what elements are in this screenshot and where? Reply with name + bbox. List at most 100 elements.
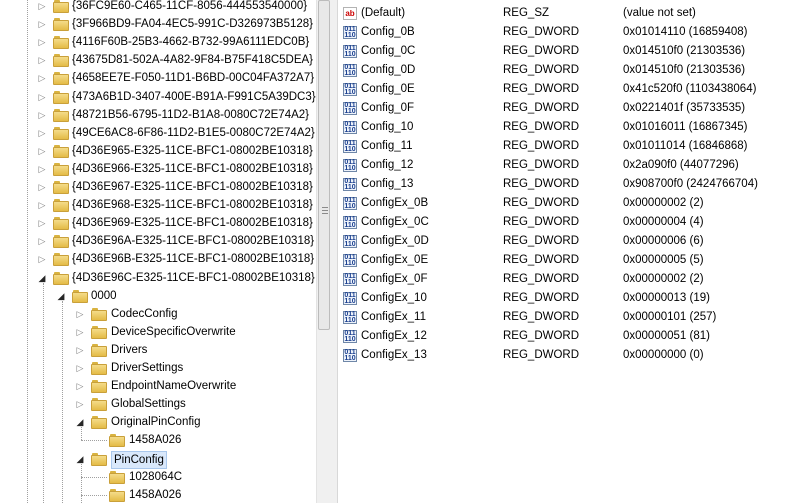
value-row[interactable]: 011 110 Config_0C REG_DWORD 0x014510f0 (213…	[338, 42, 807, 61]
value-row[interactable]: 011 110 ConfigEx_0B REG_DWORD 0x00000002 (2…	[338, 194, 807, 213]
tree-item-guid-key[interactable]: ▷ {4116F60B-25B3-4662-B732-99A6111EDC0B}	[0, 33, 316, 51]
tree-item-guid-key[interactable]: ◢ {4D36E96C-E325-11CE-BFC1-08002BE10318}	[0, 269, 316, 287]
tree-item-pinconfig-child[interactable]: 1458A026	[0, 486, 316, 503]
tree-item-label: 1028064C	[129, 470, 183, 483]
collapsed-arrow-icon[interactable]: ▷	[37, 51, 47, 69]
expanded-arrow-icon[interactable]: ◢	[75, 413, 85, 431]
dword-value-icon: 011 110	[343, 45, 357, 58]
registry-values-list[interactable]: ab (Default) REG_SZ (value not set) 011 110 C…	[338, 0, 807, 503]
tree-item-0000[interactable]: ◢ 0000	[0, 287, 316, 305]
collapsed-arrow-icon[interactable]: ▷	[37, 250, 47, 268]
tree-item-guid-key[interactable]: ▷ {4D36E966-E325-11CE-BFC1-08002BE10318}	[0, 160, 316, 178]
tree-item-originalpinconfig-child[interactable]: 1458A026	[0, 431, 316, 449]
value-row[interactable]: 011 110 ConfigEx_0E REG_DWORD 0x00000005 (5…	[338, 251, 807, 270]
value-type: REG_DWORD	[503, 235, 580, 247]
value-row[interactable]: 011 110 ConfigEx_13 REG_DWORD 0x00000000 (0…	[338, 346, 807, 365]
collapsed-arrow-icon[interactable]: ▷	[37, 160, 47, 178]
pane-splitter[interactable]	[331, 0, 338, 503]
tree-item-originalpinconfig[interactable]: ◢ OriginalPinConfig	[0, 413, 316, 431]
tree-item-guid-key[interactable]: ▷ {4658EE7E-F050-11D1-B6BD-00C04FA372A7}	[0, 69, 316, 87]
collapsed-arrow-icon[interactable]: ▷	[75, 341, 85, 359]
value-row[interactable]: 011 110 Config_10 REG_DWORD 0x01016011 (168…	[338, 118, 807, 137]
value-row[interactable]: 011 110 ConfigEx_0D REG_DWORD 0x00000006 (6…	[338, 232, 807, 251]
value-row[interactable]: 011 110 ConfigEx_10 REG_DWORD 0x00000013 (1…	[338, 289, 807, 308]
scrollbar-thumb[interactable]	[318, 0, 330, 330]
collapsed-arrow-icon[interactable]: ▷	[37, 196, 47, 214]
folder-icon	[72, 289, 88, 303]
tree-item-guid-key[interactable]: ▷ {43675D81-502A-4A82-9F84-B75F418C5DEA}	[0, 51, 316, 69]
dword-value-icon: 011 110	[343, 292, 357, 305]
tree-item-codecconfig[interactable]: ▷ CodecConfig	[0, 305, 316, 323]
tree-item-devicespecificoverwrite[interactable]: ▷ DeviceSpecificOverwrite	[0, 323, 316, 341]
collapsed-arrow-icon[interactable]: ▷	[37, 33, 47, 51]
tree-item-guid-key[interactable]: ▷ {4D36E96B-E325-11CE-BFC1-08002BE10318}	[0, 250, 316, 268]
value-row[interactable]: ab (Default) REG_SZ (value not set)	[338, 4, 807, 23]
tree-vertical-scrollbar[interactable]	[316, 0, 332, 503]
value-name: Config_0B	[361, 26, 415, 38]
tree-item-label: GlobalSettings	[111, 398, 186, 411]
value-row[interactable]: 011 110 ConfigEx_0C REG_DWORD 0x00000004 (4…	[338, 213, 807, 232]
value-row[interactable]: 011 110 Config_0F REG_DWORD 0x0221401f (357…	[338, 99, 807, 118]
value-name: ConfigEx_0B	[361, 197, 429, 209]
expanded-arrow-icon[interactable]: ◢	[75, 450, 85, 468]
collapsed-arrow-icon[interactable]: ▷	[75, 323, 85, 341]
value-type: REG_DWORD	[503, 273, 580, 285]
value-data: 0x00000013 (19)	[623, 292, 710, 304]
value-row[interactable]: 011 110 Config_0D REG_DWORD 0x014510f0 (213…	[338, 61, 807, 80]
collapsed-arrow-icon[interactable]: ▷	[75, 305, 85, 323]
collapsed-arrow-icon[interactable]: ▷	[37, 232, 47, 250]
value-type: REG_DWORD	[503, 121, 580, 133]
value-row[interactable]: 011 110 Config_0B REG_DWORD 0x01014110 (168…	[338, 23, 807, 42]
value-row[interactable]: 011 110 ConfigEx_12 REG_DWORD 0x00000051 (8…	[338, 327, 807, 346]
folder-body	[109, 490, 125, 502]
registry-key-tree[interactable]: ▷ {36FC9E60-C465-11CF-8056-444553540000} ▷…	[0, 0, 316, 503]
value-name: ConfigEx_0D	[361, 235, 429, 247]
value-data: 0x00000002 (2)	[623, 197, 704, 209]
collapsed-arrow-icon[interactable]: ▷	[37, 106, 47, 124]
value-row[interactable]: 011 110 ConfigEx_11 REG_DWORD 0x00000101 (2…	[338, 308, 807, 327]
tree-item-guid-key[interactable]: ▷ {4D36E968-E325-11CE-BFC1-08002BE10318}	[0, 196, 316, 214]
value-row[interactable]: 011 110 ConfigEx_0F REG_DWORD 0x00000002 (2…	[338, 270, 807, 289]
collapsed-arrow-icon[interactable]: ▷	[37, 15, 47, 33]
collapsed-arrow-icon[interactable]: ▷	[37, 214, 47, 232]
tree-item-guid-key[interactable]: ▷ {3F966BD9-FA04-4EC5-991C-D326973B5128}	[0, 15, 316, 33]
tree-item-guid-key[interactable]: ▷ {4D36E965-E325-11CE-BFC1-08002BE10318}	[0, 142, 316, 160]
folder-body	[109, 436, 125, 448]
collapsed-arrow-icon[interactable]: ▷	[75, 377, 85, 395]
value-type: REG_DWORD	[503, 311, 580, 323]
tree-item-guid-key[interactable]: ▷ {48721B56-6795-11D2-B1A8-0080C72E74A2}	[0, 106, 316, 124]
tree-item-label: {49CE6AC8-6F86-11D2-B1E5-0080C72E74A2}	[72, 126, 315, 139]
collapsed-arrow-icon[interactable]: ▷	[37, 69, 47, 87]
folder-body	[53, 237, 69, 249]
tree-item-endpointnameoverwrite[interactable]: ▷ EndpointNameOverwrite	[0, 377, 316, 395]
value-row[interactable]: 011 110 Config_12 REG_DWORD 0x2a090f0 (4407…	[338, 156, 807, 175]
tree-item-drivers[interactable]: ▷ Drivers	[0, 341, 316, 359]
tree-item-pinconfig[interactable]: ◢ PinConfig	[0, 450, 316, 469]
tree-item-guid-key[interactable]: ▷ {4D36E96A-E325-11CE-BFC1-08002BE10318}	[0, 232, 316, 250]
value-data: 0x01011014 (16846868)	[623, 140, 748, 152]
expanded-arrow-icon[interactable]: ◢	[56, 287, 66, 305]
tree-item-guid-key[interactable]: ▷ {4D36E967-E325-11CE-BFC1-08002BE10318}	[0, 178, 316, 196]
expanded-arrow-icon[interactable]: ◢	[37, 269, 47, 287]
value-row[interactable]: 011 110 Config_0E REG_DWORD 0x41c520f0 (110…	[338, 80, 807, 99]
value-row[interactable]: 011 110 Config_13 REG_DWORD 0x908700f0 (242…	[338, 175, 807, 194]
folder-body	[91, 364, 107, 375]
collapsed-arrow-icon[interactable]: ▷	[37, 124, 47, 142]
tree-item-guid-key[interactable]: ▷ {49CE6AC8-6F86-11D2-B1E5-0080C72E74A2}	[0, 124, 316, 142]
collapsed-arrow-icon[interactable]: ▷	[37, 178, 47, 196]
collapsed-arrow-icon[interactable]: ▷	[37, 142, 47, 160]
collapsed-arrow-icon[interactable]: ▷	[75, 359, 85, 377]
value-row[interactable]: 011 110 Config_11 REG_DWORD 0x01011014 (168…	[338, 137, 807, 156]
tree-item-guid-key[interactable]: ▷ {4D36E969-E325-11CE-BFC1-08002BE10318}	[0, 214, 316, 232]
value-name: (Default)	[361, 7, 406, 19]
value-name: Config_13	[361, 178, 414, 190]
collapsed-arrow-icon[interactable]: ▷	[75, 395, 85, 413]
tree-item-guid-key[interactable]: ▷ {36FC9E60-C465-11CF-8056-444553540000}	[0, 0, 316, 15]
folder-body	[53, 183, 69, 194]
tree-item-pinconfig-child[interactable]: 1028064C	[0, 468, 316, 486]
collapsed-arrow-icon[interactable]: ▷	[37, 88, 47, 106]
tree-item-driversettings[interactable]: ▷ DriverSettings	[0, 359, 316, 377]
collapsed-arrow-icon[interactable]: ▷	[37, 0, 47, 15]
tree-item-globalsettings[interactable]: ▷ GlobalSettings	[0, 395, 316, 413]
tree-item-guid-key[interactable]: ▷ {473A6B1D-3407-400E-B91A-F991C5A39DC3}	[0, 88, 316, 106]
